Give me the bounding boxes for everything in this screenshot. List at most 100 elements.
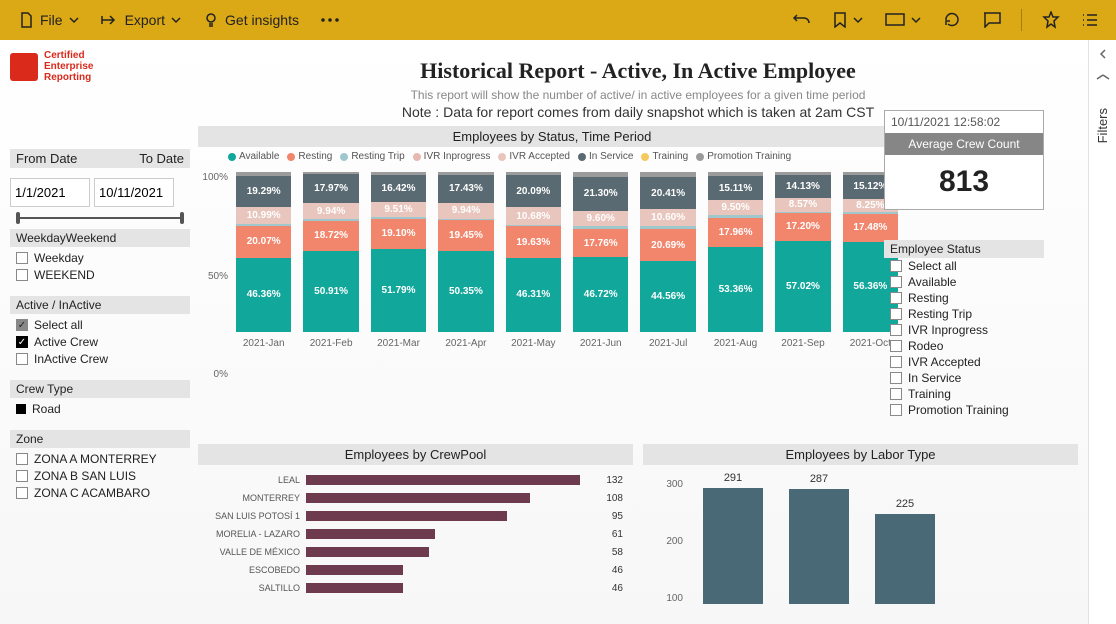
- file-icon: [18, 12, 34, 28]
- to-date-label: To Date: [139, 151, 184, 166]
- kpi-label: Average Crew Count: [885, 133, 1043, 155]
- chart-crewpool[interactable]: LEAL132MONTERREY108SAN LUIS POTOSÍ 195MO…: [198, 465, 633, 624]
- insights-button[interactable]: Get insights: [195, 0, 307, 40]
- logo: Certified Enterprise Reporting: [10, 50, 190, 83]
- refresh-button[interactable]: [935, 0, 969, 40]
- comment-button[interactable]: [975, 0, 1009, 40]
- bar-2021-Feb[interactable]: 17.97%9.94%18.72%50.91%: [303, 172, 358, 332]
- logo-line3: Reporting: [44, 72, 93, 83]
- status-item[interactable]: Promotion Training: [884, 402, 1044, 418]
- bookmark-menu[interactable]: [825, 0, 871, 40]
- status-item[interactable]: IVR Accepted: [884, 354, 1044, 370]
- zone-item[interactable]: ZONA C ACAMBARO: [16, 486, 184, 500]
- star-icon: [1042, 11, 1060, 29]
- crewtype-item-label: Road: [32, 402, 61, 416]
- bar-2021-Aug[interactable]: 15.11%9.50%17.96%53.36%: [708, 172, 763, 332]
- chart-legend: AvailableRestingResting TripIVR Inprogre…: [228, 151, 906, 162]
- crewpool-bar[interactable]: MONTERREY108: [208, 489, 623, 507]
- chevron-down-icon: [853, 15, 863, 25]
- logo-line2: Enterprise: [44, 61, 93, 72]
- filters-label: Filters: [1095, 108, 1110, 143]
- filters-pane-collapsed[interactable]: Filters: [1088, 40, 1116, 624]
- status-item[interactable]: In Service: [884, 370, 1044, 386]
- crewtype-header: Crew Type: [10, 380, 190, 398]
- zone-item[interactable]: ZONA A MONTERREY: [16, 452, 184, 466]
- page-title: Historical Report - Active, In Active Em…: [198, 58, 1078, 84]
- funnel-icon: [1096, 74, 1110, 88]
- active-item[interactable]: ✓Active Crew: [16, 335, 184, 349]
- page-subtitle: This report will show the number of acti…: [198, 88, 1078, 102]
- from-date-label: From Date: [16, 151, 77, 166]
- labor-bar[interactable]: 287: [789, 489, 849, 604]
- ellipsis-icon: [321, 18, 339, 22]
- crewpool-bar[interactable]: SALTILLO46: [208, 579, 623, 597]
- kpi-timestamp: 10/11/2021 12:58:02: [885, 111, 1043, 133]
- comment-icon: [983, 12, 1001, 28]
- refresh-icon: [943, 11, 961, 29]
- kpi-value: 813: [885, 155, 1043, 209]
- from-date-input[interactable]: [10, 178, 90, 207]
- active-item[interactable]: InActive Crew: [16, 352, 184, 366]
- chevron-down-icon: [171, 15, 181, 25]
- file-menu[interactable]: File: [10, 0, 87, 40]
- status-item[interactable]: Training: [884, 386, 1044, 402]
- status-filter-header: Employee Status: [884, 240, 1044, 258]
- bar-2021-Apr[interactable]: 17.43%9.94%19.45%50.35%: [438, 172, 493, 332]
- bar-2021-May[interactable]: 20.09%10.68%19.63%46.31%: [506, 172, 561, 332]
- status-item[interactable]: Resting: [884, 290, 1044, 306]
- weekday-header: WeekdayWeekend: [10, 229, 190, 247]
- bar-2021-Jan[interactable]: 19.29%10.99%20.07%46.36%: [236, 172, 291, 332]
- status-filter: Employee Status Select allAvailableResti…: [884, 240, 1044, 418]
- list-icon: [1082, 13, 1098, 27]
- view-menu[interactable]: [877, 0, 929, 40]
- bar-2021-Jul[interactable]: 20.41%10.60%20.69%44.56%: [640, 172, 695, 332]
- crewtype-road[interactable]: Road: [16, 402, 184, 416]
- crewpool-bar[interactable]: ESCOBEDO46: [208, 561, 623, 579]
- insights-label: Get insights: [225, 12, 299, 28]
- active-header: Active / InActive: [10, 296, 190, 314]
- bar-2021-Sep[interactable]: 14.13%8.57%17.20%57.02%: [775, 172, 830, 332]
- chart-labor-title: Employees by Labor Type: [643, 444, 1078, 465]
- lightbulb-icon: [203, 12, 219, 28]
- bar-2021-Jun[interactable]: 21.30%9.60%17.76%46.72%: [573, 172, 628, 332]
- labor-bar[interactable]: 291: [703, 488, 763, 604]
- chevron-left-icon: [1097, 48, 1109, 60]
- export-menu[interactable]: Export: [93, 0, 189, 40]
- ribbon: File Export Get insights: [0, 0, 1116, 40]
- crewpool-bar[interactable]: VALLE DE MÉXICO58: [208, 543, 623, 561]
- logo-line1: Certified: [44, 50, 93, 61]
- chevron-down-icon: [69, 15, 79, 25]
- more-menu[interactable]: [313, 0, 347, 40]
- status-item[interactable]: Available: [884, 274, 1044, 290]
- bar-2021-Mar[interactable]: 16.42%9.51%19.10%51.79%: [371, 172, 426, 332]
- list-button[interactable]: [1074, 0, 1106, 40]
- labor-bar[interactable]: 225: [875, 514, 935, 604]
- logo-badge: [10, 53, 38, 81]
- active-item[interactable]: ✓Select all: [16, 318, 184, 332]
- favorite-button[interactable]: [1034, 0, 1068, 40]
- crewpool-bar[interactable]: MORELIA - LAZARO61: [208, 525, 623, 543]
- chevron-down-icon: [911, 15, 921, 25]
- status-item[interactable]: IVR Inprogress: [884, 322, 1044, 338]
- chart-labor[interactable]: 300200100 291287225: [643, 465, 1078, 624]
- undo-icon: [793, 12, 811, 28]
- status-item[interactable]: Resting Trip: [884, 306, 1044, 322]
- chart-status[interactable]: 100%50%0% 19.29%10.99%20.07%46.36%17.97%…: [198, 164, 906, 404]
- status-item[interactable]: Select all: [884, 258, 1044, 274]
- crewpool-bar[interactable]: LEAL132: [208, 471, 623, 489]
- to-date-input[interactable]: [94, 178, 174, 207]
- date-slider[interactable]: [16, 217, 184, 219]
- undo-button[interactable]: [785, 0, 819, 40]
- export-icon: [101, 13, 119, 27]
- crewpool-bar[interactable]: SAN LUIS POTOSÍ 195: [208, 507, 623, 525]
- status-item[interactable]: Rodeo: [884, 338, 1044, 354]
- chart-status-title: Employees by Status, Time Period: [198, 126, 906, 147]
- weekday-item[interactable]: WEEKEND: [16, 268, 184, 282]
- chart-crewpool-title: Employees by CrewPool: [198, 444, 633, 465]
- weekday-item[interactable]: Weekday: [16, 251, 184, 265]
- zone-item[interactable]: ZONA B SAN LUIS: [16, 469, 184, 483]
- rectangle-icon: [885, 13, 905, 27]
- file-label: File: [40, 12, 63, 28]
- zone-header: Zone: [10, 430, 190, 448]
- bookmark-icon: [833, 12, 847, 28]
